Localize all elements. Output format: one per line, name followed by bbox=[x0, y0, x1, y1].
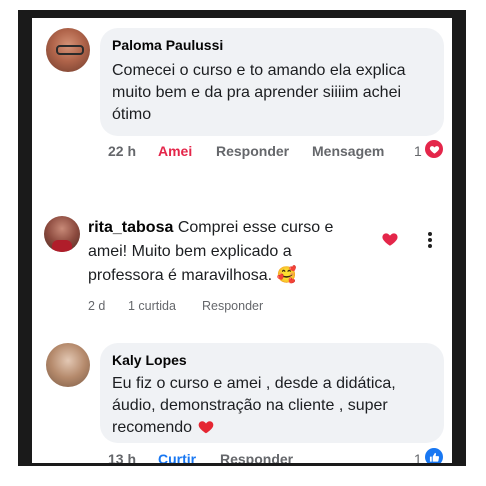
reaction-count[interactable]: 1 bbox=[414, 143, 422, 159]
comment-text: Comprei esse curso e bbox=[177, 219, 334, 236]
more-options-icon[interactable] bbox=[428, 232, 432, 248]
avatar[interactable] bbox=[46, 343, 90, 387]
comment-bubble: Kaly Lopes Eu fiz o curso e amei , desde… bbox=[100, 343, 444, 443]
comment-text: Eu fiz o curso e amei , desde a didática… bbox=[112, 373, 430, 439]
comment-time[interactable]: 2 d bbox=[88, 299, 105, 313]
heart-icon[interactable] bbox=[381, 230, 399, 248]
comment-text-block: rita_tabosa Comprei esse curso e amei! M… bbox=[88, 216, 388, 288]
like-link[interactable]: Curtir bbox=[158, 451, 196, 463]
comment-text: amei! Muito bem explicado a bbox=[88, 243, 292, 260]
comment-author[interactable]: rita_tabosa bbox=[88, 219, 173, 236]
comment-time[interactable]: 22 h bbox=[108, 143, 136, 159]
love-reaction-icon[interactable] bbox=[425, 140, 443, 158]
comment-author[interactable]: Kaly Lopes bbox=[112, 352, 187, 368]
like-reaction-icon[interactable] bbox=[425, 448, 443, 463]
comment-text: professora é maravilhosa. bbox=[88, 267, 273, 284]
reply-link[interactable]: Responder bbox=[202, 299, 263, 313]
thumbs-up-icon bbox=[429, 452, 439, 462]
comment-author[interactable]: Paloma Paulussi bbox=[112, 37, 223, 53]
likes-count[interactable]: 1 curtida bbox=[128, 299, 176, 313]
love-reaction-link[interactable]: Amei bbox=[158, 143, 192, 159]
reply-link[interactable]: Responder bbox=[216, 143, 289, 159]
comment-time[interactable]: 13 h bbox=[108, 451, 136, 463]
avatar-shirt bbox=[52, 240, 72, 252]
avatar[interactable] bbox=[44, 216, 80, 252]
reply-link[interactable]: Responder bbox=[220, 451, 293, 463]
comment-text: Comecei o curso e to amando ela explica … bbox=[112, 62, 406, 123]
reaction-count[interactable]: 1 bbox=[414, 451, 422, 463]
comments-panel: Paloma Paulussi Comecei o curso e to ama… bbox=[32, 18, 452, 463]
avatar[interactable] bbox=[46, 28, 90, 72]
comment-text-body: Eu fiz o curso e amei , desde a didática… bbox=[112, 375, 396, 436]
heart-icon bbox=[429, 145, 439, 154]
avatar-glasses bbox=[56, 45, 84, 55]
screenshot-frame: Paloma Paulussi Comecei o curso e to ama… bbox=[18, 10, 466, 466]
comment-bubble: Paloma Paulussi Comecei o curso e to ama… bbox=[100, 28, 444, 136]
message-link[interactable]: Mensagem bbox=[312, 143, 384, 159]
red-heart-emoji bbox=[198, 421, 213, 434]
smiling-face-with-hearts-emoji: 🥰 bbox=[276, 267, 297, 284]
